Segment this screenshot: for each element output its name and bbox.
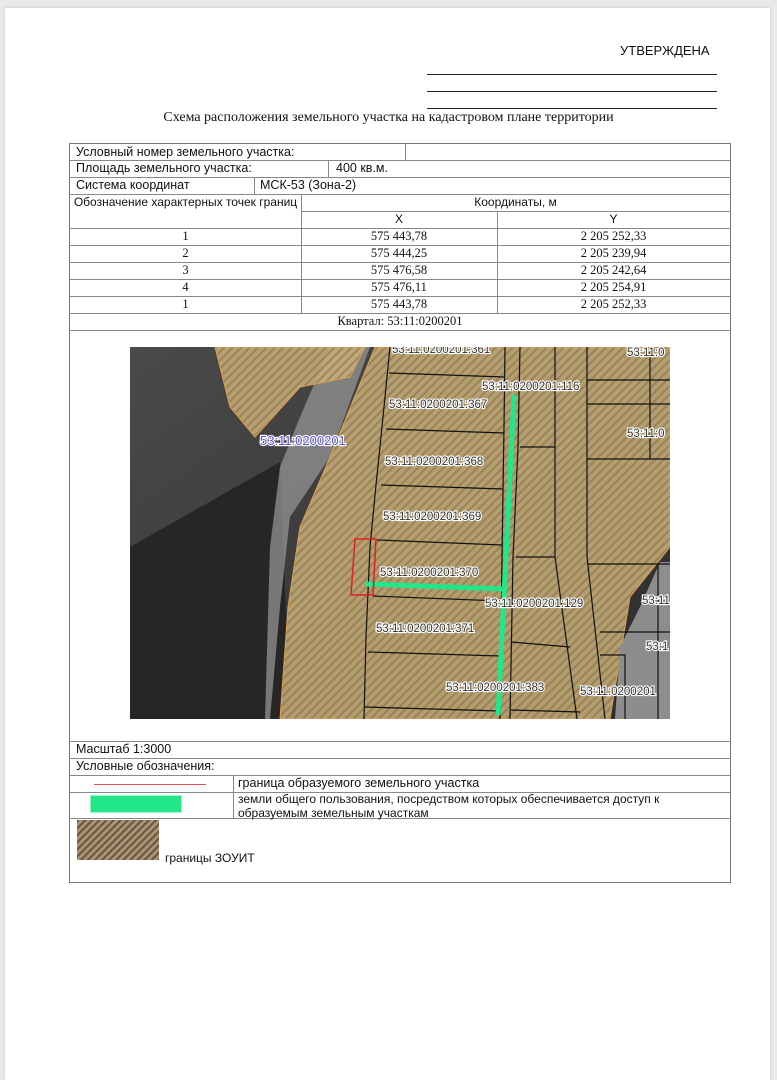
quarter-label: Квартал: 53:11:0200201: [337, 314, 463, 328]
map-label: 53:11:0200201:369: [383, 511, 481, 523]
map-label: 53:11: [642, 595, 670, 607]
coord-cell-y: 2 205 254,91: [580, 280, 647, 294]
legend-text: граница образуемого земельного участка: [238, 776, 480, 790]
map-label: 53:11:0200201:361: [392, 347, 490, 356]
coord-cell-y: 2 205 242,64: [580, 263, 647, 277]
map-label: 53:11:0200201:371: [376, 623, 474, 635]
coord-cell-x: 575 476,11: [371, 280, 427, 294]
map-label: 53:11:0: [627, 428, 665, 440]
map-label: 53:11:0200201:129: [485, 598, 583, 610]
x-column-header: X: [394, 212, 403, 226]
coords-column-header: Координаты, м: [474, 195, 557, 209]
legend-hatch-swatch: [77, 820, 159, 860]
map-label: 53:11:0200201:367: [389, 399, 487, 411]
legend-text: границы ЗОУИТ: [165, 851, 255, 865]
coord-cell-point: 4: [182, 280, 189, 294]
coord-cell-y: 2 205 252,33: [580, 297, 647, 311]
map-label: 53:11:0: [627, 347, 665, 359]
area-value: 400 кв.м.: [336, 161, 388, 175]
legend-title: Условные обозначения:: [76, 759, 215, 773]
legend-red-line-symbol: [94, 784, 206, 785]
signature-line: [427, 91, 717, 92]
map-label: 53:11:0200201:116: [482, 381, 579, 393]
coord-cell-x: 575 443,78: [370, 297, 428, 311]
legend-text: земли общего пользования, посредством ко…: [238, 792, 660, 820]
legend-green-bar-symbol: [90, 795, 182, 813]
scale-label: Масштаб 1:3000: [76, 742, 172, 756]
document-title: Схема расположения земельного участка на…: [163, 110, 614, 125]
cadastral-map: 53:11:0200201:361 53:11:0 53:11:0200201:…: [130, 347, 670, 719]
map-label: 53:11:0200201:370: [380, 567, 478, 579]
coord-cell-y: 2 205 252,33: [580, 229, 647, 243]
map-label: 53:1: [646, 641, 668, 653]
signature-line: [427, 74, 717, 75]
coord-cell-point: 1: [182, 297, 189, 311]
map-label: 53:11:0200201:383: [446, 682, 544, 694]
area-label: Площадь земельного участка:: [76, 161, 252, 175]
coord-cell-point: 1: [182, 229, 189, 243]
parcel-number-label: Условный номер земельного участка:: [76, 145, 295, 159]
point-column-header: Обозначение характерных точек границ: [73, 195, 298, 209]
coord-cell-y: 2 205 239,94: [580, 246, 647, 260]
map-label: 53:11:0200201:368: [385, 456, 483, 468]
coord-cell-x: 575 443,78: [370, 229, 428, 243]
y-column-header: Y: [609, 212, 618, 226]
quarter-map-label: 53:11:0200201: [260, 433, 346, 448]
map-label: 53:11:0200201: [580, 686, 656, 698]
coord-cell-x: 575 444,25: [370, 246, 428, 260]
crs-label: Система координат: [76, 178, 190, 192]
signature-line: [427, 108, 717, 109]
coord-cell-point: 2: [182, 246, 189, 260]
coord-cell-point: 3: [182, 263, 189, 277]
coord-cell-x: 575 476,58: [370, 263, 428, 277]
crs-value: МСК-53 (Зона-2): [260, 178, 357, 192]
approved-stamp: УТВЕРЖДЕНА: [620, 43, 710, 58]
